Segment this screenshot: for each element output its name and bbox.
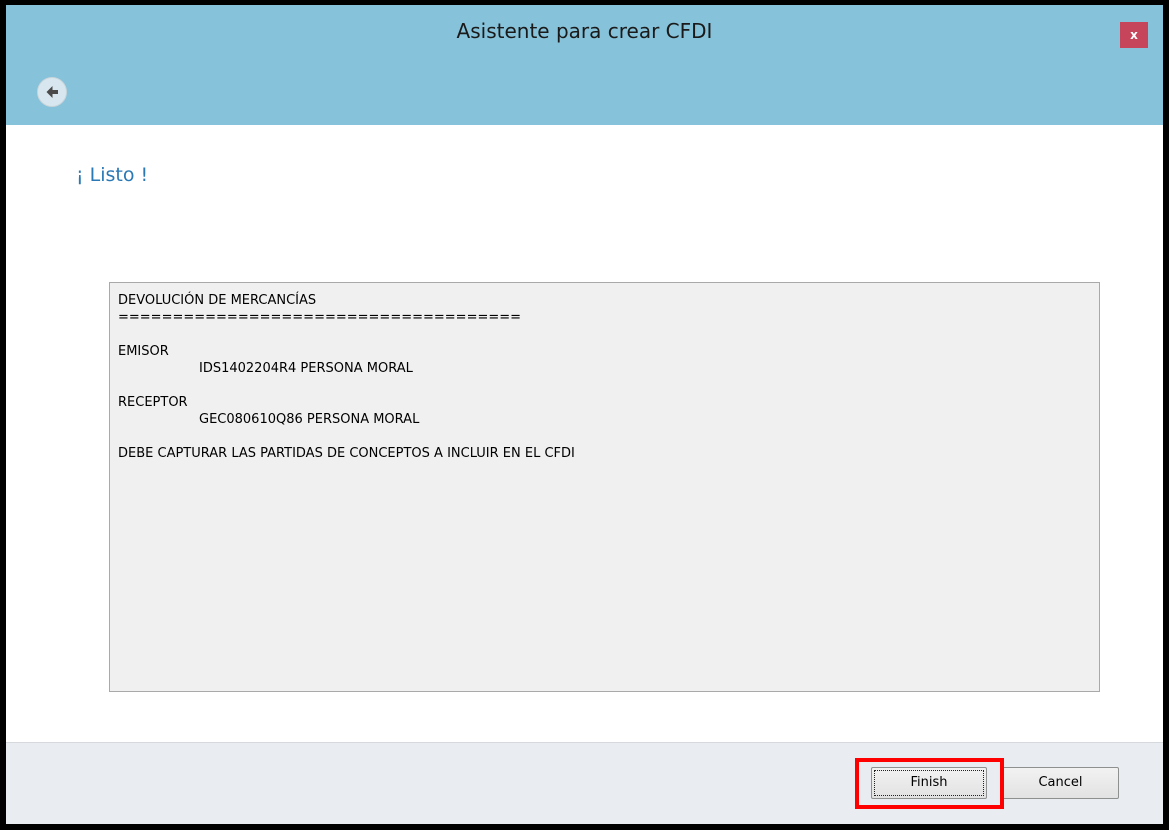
window-title: Asistente para crear CFDI bbox=[456, 19, 713, 43]
summary-title: DEVOLUCIÓN DE MERCANCÍAS bbox=[118, 293, 317, 308]
receptor-value: GEC080610Q86 PERSONA MORAL bbox=[199, 412, 420, 427]
summary-text-box[interactable]: DEVOLUCIÓN DE MERCANCÍAS ===============… bbox=[109, 282, 1100, 692]
page-title: ¡ Listo ! bbox=[76, 164, 149, 186]
summary-note: DEBE CAPTURAR LAS PARTIDAS DE CONCEPTOS … bbox=[118, 446, 575, 461]
back-arrow-icon bbox=[46, 86, 58, 98]
summary-separator: ===================================== bbox=[118, 310, 522, 325]
wizard-window: Asistente para crear CFDI x ¡ Listo ! DE… bbox=[0, 0, 1169, 830]
emisor-label: EMISOR bbox=[118, 344, 169, 359]
cancel-button[interactable]: Cancel bbox=[1002, 767, 1119, 799]
close-button[interactable]: x bbox=[1120, 22, 1148, 48]
finish-button[interactable]: Finish bbox=[871, 767, 987, 799]
close-icon: x bbox=[1130, 28, 1138, 42]
emisor-value: IDS1402204R4 PERSONA MORAL bbox=[199, 361, 413, 376]
receptor-label: RECEPTOR bbox=[118, 395, 188, 410]
footer-bar: Finish Cancel bbox=[6, 742, 1163, 824]
title-bar: Asistente para crear CFDI x bbox=[6, 5, 1163, 125]
back-button[interactable] bbox=[37, 77, 67, 107]
